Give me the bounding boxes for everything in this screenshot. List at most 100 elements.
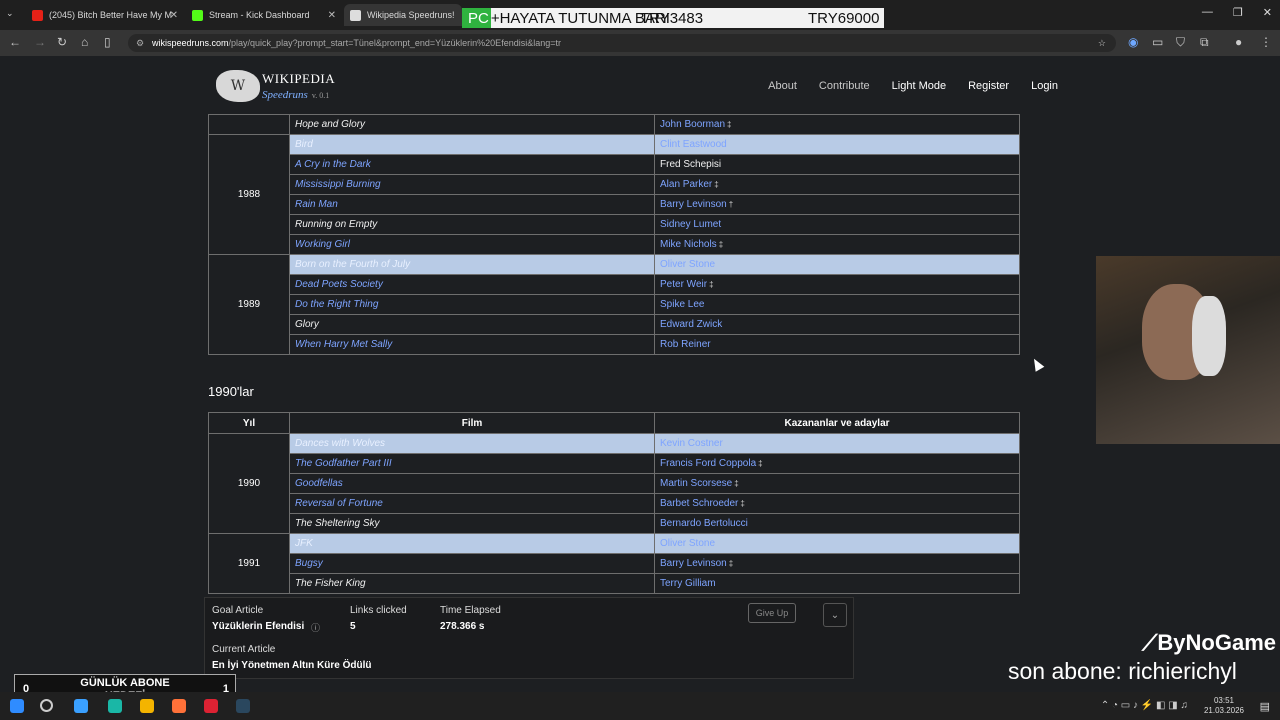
reload-icon[interactable]: ↻ [57, 35, 67, 49]
system-tray-icons[interactable]: ⌃ ◔ ▭ ♪ ⚡ ◧ ◨ ♫ [1101, 700, 1188, 711]
home-icon[interactable]: ⌂ [81, 35, 88, 49]
film-cell[interactable]: A Cry in the Dark [289, 154, 655, 175]
nominee-link[interactable]: Sidney Lumet [660, 219, 721, 230]
site-nav: About Contribute Light Mode Register Log… [768, 80, 1058, 92]
nominee-cell: Spike Lee [654, 294, 1020, 315]
nominee-link[interactable]: Alan Parker [660, 179, 712, 190]
side-panel-icon[interactable]: ▯ [104, 35, 111, 49]
film-cell: The Fisher King [289, 573, 655, 594]
column-header-nominees: Kazananlar ve adaylar [654, 412, 1020, 434]
nominee-link[interactable]: Francis Ford Coppola [660, 458, 756, 469]
nominee-cell: Oliver Stone [654, 533, 1020, 554]
year-cell: 1989 [208, 254, 290, 355]
nav-register[interactable]: Register [968, 80, 1009, 92]
goal-article-label: Goal Article [212, 605, 264, 616]
nominee-link[interactable]: Barbet Schroeder [660, 498, 738, 509]
film-cell[interactable]: Goodfellas [289, 473, 655, 494]
nav-light-mode[interactable]: Light Mode [892, 80, 946, 92]
nominee-cell: Fred Schepisi [654, 154, 1020, 175]
edge-icon[interactable] [74, 699, 88, 713]
give-up-button[interactable]: Give Up [748, 603, 796, 623]
notification-icon[interactable]: ▤ [1260, 700, 1270, 713]
film-cell[interactable]: Dances with Wolves [289, 433, 655, 454]
table-row: Running on Empty Sidney Lumet [209, 214, 1020, 235]
search-icon[interactable] [40, 699, 53, 712]
nominee-link[interactable]: Fred Schepisi [660, 159, 721, 170]
nav-contribute[interactable]: Contribute [819, 80, 870, 92]
browser-tab-strip: ⌄ (2045) Bitch Better Have My M ✕ Stream… [0, 0, 1280, 30]
nominee-link[interactable]: Barry Levinson [660, 199, 727, 210]
nav-login[interactable]: Login [1031, 80, 1058, 92]
firefox-icon[interactable] [172, 699, 186, 713]
film-cell[interactable]: The Godfather Part III [289, 453, 655, 474]
year-cell: 1988 [208, 134, 290, 255]
nominee-link[interactable]: Barry Levinson [660, 558, 727, 569]
tab-wikispeedruns[interactable]: Wikipedia Speedruns! [344, 4, 462, 26]
nominee-link[interactable]: Kevin Costner [660, 438, 723, 449]
profile-avatar-icon[interactable]: ● [1235, 35, 1242, 49]
taskbar-clock[interactable]: 03:51 21.03.2026 [1204, 696, 1244, 716]
film-cell[interactable]: Bird [289, 134, 655, 155]
info-icon[interactable]: ⓘ [311, 621, 320, 634]
app-icon[interactable] [108, 699, 122, 713]
film-cell[interactable]: Bugsy [289, 553, 655, 574]
restore-icon[interactable]: ❐ [1233, 6, 1243, 19]
shield-icon[interactable]: ⛉ [1176, 35, 1185, 50]
tab-kick[interactable]: Stream - Kick Dashboard ✕ [186, 4, 342, 26]
extensions-puzzle-icon[interactable]: ⧉ [1200, 35, 1209, 50]
film-cell[interactable]: Born on the Fourth of July [289, 254, 655, 275]
film-cell[interactable]: Working Girl [289, 234, 655, 255]
tab-label: (2045) Bitch Better Have My M [49, 10, 173, 20]
close-tab-icon[interactable]: ✕ [328, 10, 336, 21]
extension-icon[interactable]: ◉ [1128, 35, 1138, 49]
film-cell[interactable]: Dead Poets Society [289, 274, 655, 295]
minimize-icon[interactable]: — [1202, 6, 1213, 19]
webcam-overlay [1096, 256, 1280, 444]
film-cell[interactable]: JFK [289, 533, 655, 554]
site-logo[interactable]: W WIKIPEDIA Speedruns v. 0.1 [216, 70, 335, 102]
youtube-icon [32, 9, 43, 21]
nominee-link[interactable]: Clint Eastwood [660, 139, 727, 150]
nominee-mark: ‡ [740, 499, 745, 508]
table-row: When Harry Met Sally Rob Reiner [209, 334, 1020, 355]
film-cell[interactable]: Reversal of Fortune [289, 493, 655, 514]
nominee-link[interactable]: John Boorman [660, 119, 725, 130]
chrome-icon[interactable] [140, 699, 154, 713]
nominee-link[interactable]: Oliver Stone [660, 538, 715, 549]
nominee-link[interactable]: Rob Reiner [660, 339, 711, 350]
windows-start-icon[interactable] [10, 699, 24, 713]
back-icon[interactable]: ← [9, 35, 21, 49]
cast-icon[interactable]: ▭ [1152, 35, 1163, 49]
bookmark-star-icon[interactable]: ☆ [1098, 38, 1106, 49]
nominee-cell: Alan Parker ‡ [654, 174, 1020, 195]
table-row: The Fisher King Terry Gilliam [209, 573, 1020, 594]
nominee-link[interactable]: Bernardo Bertolucci [660, 518, 748, 529]
forward-icon[interactable]: → [34, 35, 46, 49]
nominee-link[interactable]: Oliver Stone [660, 259, 715, 270]
site-info-icon[interactable]: ⚙ [136, 38, 144, 49]
obs-icon[interactable] [204, 699, 218, 713]
tab-youtube[interactable]: (2045) Bitch Better Have My M ✕ [26, 4, 184, 26]
chevron-down-icon[interactable]: ⌄ [823, 603, 847, 627]
film-cell[interactable]: Rain Man [289, 194, 655, 215]
nominee-link[interactable]: Martin Scorsese [660, 478, 732, 489]
close-window-icon[interactable]: ✕ [1263, 6, 1272, 19]
nominee-cell: Sidney Lumet [654, 214, 1020, 235]
nominee-link[interactable]: Edward Zwick [660, 319, 722, 330]
film-cell[interactable]: Do the Right Thing [289, 294, 655, 315]
nav-about[interactable]: About [768, 80, 797, 92]
nominee-link[interactable]: Spike Lee [660, 299, 704, 310]
table-row: Goodfellas Martin Scorsese ‡ [209, 473, 1020, 494]
close-tab-icon[interactable]: ✕ [170, 10, 178, 21]
nominee-link[interactable]: Mike Nichols [660, 239, 717, 250]
film-cell[interactable]: Mississippi Burning [289, 174, 655, 195]
nominee-mark: ‡ [727, 120, 732, 129]
menu-kebab-icon[interactable]: ⋮ [1260, 35, 1272, 49]
nominee-cell: Francis Ford Coppola ‡ [654, 453, 1020, 474]
steam-icon[interactable] [236, 699, 250, 713]
address-bar[interactable]: ⚙ wikispeedruns.com/play/quick_play?prom… [128, 34, 1116, 52]
tab-search-icon[interactable]: ⌄ [6, 8, 14, 19]
nominee-link[interactable]: Terry Gilliam [660, 578, 716, 589]
film-cell[interactable]: When Harry Met Sally [289, 334, 655, 355]
nominee-link[interactable]: Peter Weir [660, 279, 707, 290]
